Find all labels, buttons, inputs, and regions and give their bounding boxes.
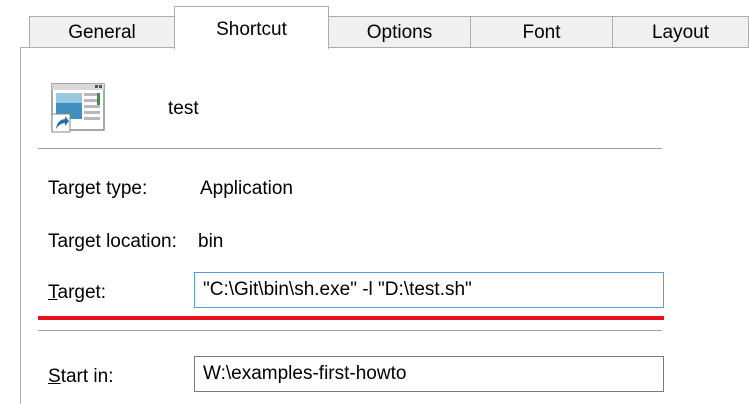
tab-layout[interactable]: Layout bbox=[612, 16, 749, 48]
target-type-label: Target type: bbox=[48, 178, 148, 199]
shortcut-tab-panel bbox=[20, 47, 749, 404]
tab-font[interactable]: Font bbox=[470, 16, 613, 48]
target-label: Target: bbox=[48, 282, 106, 304]
shortcut-application-icon bbox=[51, 83, 105, 133]
target-location-label: Target location: bbox=[48, 231, 177, 252]
target-location-value: bin bbox=[198, 231, 224, 252]
target-type-value: Application bbox=[200, 178, 293, 199]
target-field[interactable] bbox=[194, 272, 664, 308]
start-in-label-rest: tart in: bbox=[60, 366, 114, 387]
tab-shortcut[interactable]: Shortcut bbox=[174, 6, 329, 49]
start-in-label-accelerator: S bbox=[48, 366, 61, 387]
shortcut-name: test bbox=[168, 98, 199, 119]
tab-general[interactable]: General bbox=[29, 16, 175, 48]
start-in-field[interactable] bbox=[194, 356, 664, 392]
start-in-label: Start in: bbox=[48, 366, 114, 388]
separator bbox=[38, 330, 662, 332]
target-label-rest: arget: bbox=[57, 282, 107, 303]
target-label-accelerator: T bbox=[48, 282, 58, 303]
separator bbox=[38, 148, 662, 150]
tab-options[interactable]: Options bbox=[328, 16, 471, 48]
highlight-underline bbox=[38, 316, 664, 320]
shortcut-properties-dialog: General Shortcut Options Font Layout tes… bbox=[0, 0, 749, 404]
